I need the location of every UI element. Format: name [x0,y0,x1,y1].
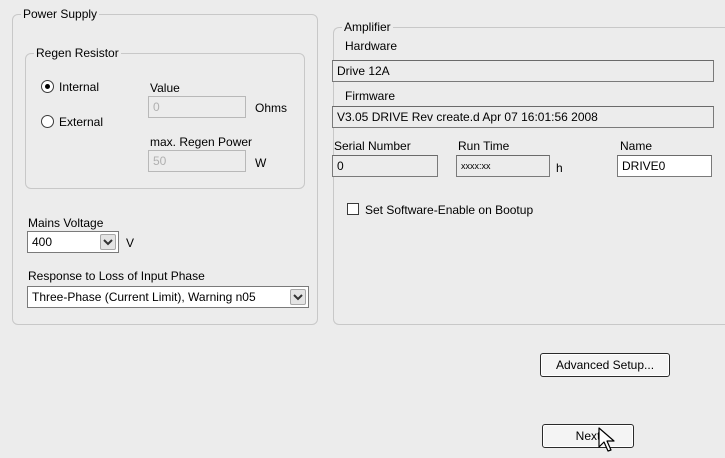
hand-pointer-icon [596,425,626,455]
run-time-label: Run Time [458,139,510,153]
software-enable-label[interactable]: Set Software-Enable on Bootup [365,203,533,217]
chevron-down-icon[interactable] [100,234,116,250]
power-supply-legend: Power Supply [21,7,100,21]
phase-loss-select[interactable]: Three-Phase (Current Limit), Warning n05 [27,286,309,308]
watt-unit: W [255,156,267,170]
internal-label[interactable]: Internal [59,80,99,94]
external-label[interactable]: External [59,115,103,129]
mains-voltage-value: 400 [32,235,53,249]
phase-loss-label: Response to Loss of Input Phase [28,269,205,283]
hardware-field: Drive 12A [332,60,714,82]
run-time-field: xxxx:xx [456,155,550,177]
firmware-field: V3.05 DRIVE Rev create.d Apr 07 16:01:56… [332,106,714,128]
mains-voltage-label: Mains Voltage [28,216,104,230]
max-regen-power-label: max. Regen Power [150,135,253,149]
phase-loss-value: Three-Phase (Current Limit), Warning n05 [32,290,256,304]
regen-resistor-legend: Regen Resistor [34,46,121,60]
internal-radio[interactable] [41,80,54,93]
external-radio[interactable] [41,115,54,128]
radio-selected-dot [45,84,50,89]
name-label: Name [620,139,653,153]
regen-value-field[interactable]: 0 [148,96,246,118]
drive-name-input[interactable]: DRIVE0 [617,155,712,177]
run-time-unit: h [556,161,563,175]
chevron-down-icon[interactable] [290,289,306,305]
mains-voltage-unit: V [126,236,135,250]
software-enable-checkbox[interactable] [347,203,359,215]
amplifier-legend: Amplifier [342,20,393,34]
value-label: Value [150,81,180,95]
ohms-unit: Ohms [255,101,288,115]
max-regen-power-field[interactable]: 50 [148,150,246,172]
mains-voltage-select[interactable]: 400 [27,231,119,253]
serial-number-label: Serial Number [334,139,411,153]
serial-number-field: 0 [332,155,438,177]
hardware-label: Hardware [345,39,398,53]
advanced-setup-button[interactable]: Advanced Setup... [540,353,670,377]
firmware-label: Firmware [345,89,395,103]
